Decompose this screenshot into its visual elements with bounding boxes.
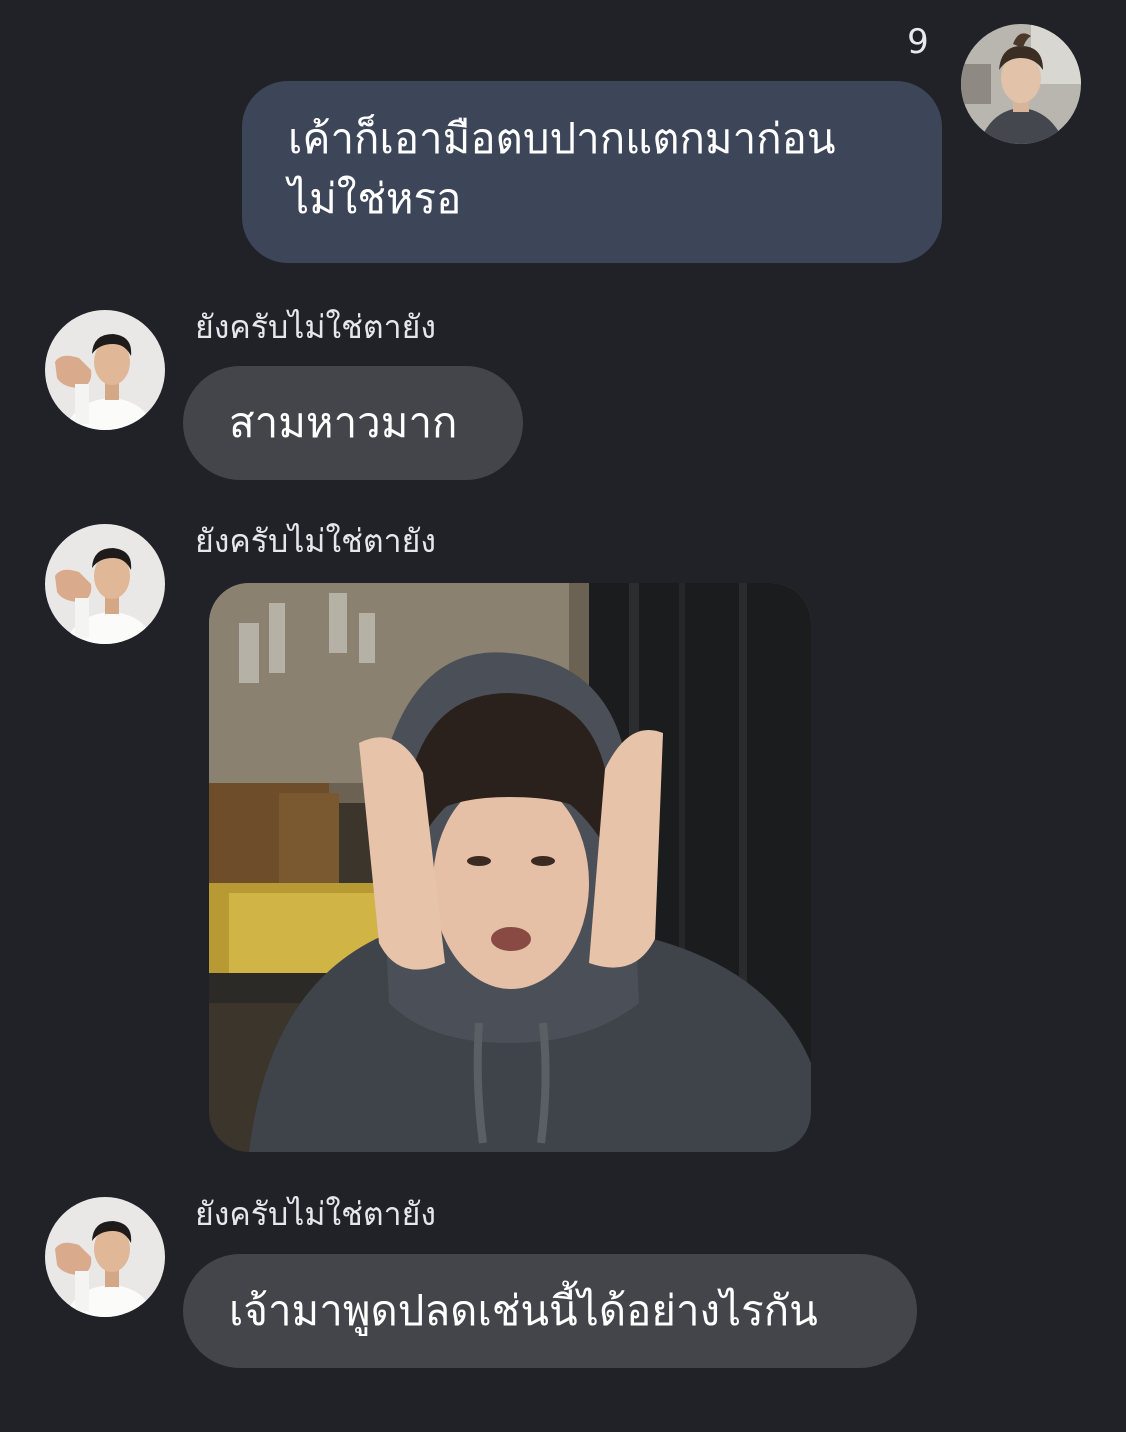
sender-avatar[interactable] bbox=[45, 310, 165, 430]
received-message-bubble[interactable]: สามหาวมาก bbox=[183, 366, 523, 480]
sender-avatar[interactable] bbox=[45, 1197, 165, 1317]
sent-message-line: เค้าก็เอามือตบปากแตกมาก่อน bbox=[288, 114, 836, 163]
sender-avatar[interactable] bbox=[45, 524, 165, 644]
sender-name[interactable]: ยังครับไม่ใช่ตายัง bbox=[195, 1194, 436, 1234]
received-message-bubble[interactable]: เจ้ามาพูดปลดเช่นนี้ได้อย่างไรกัน bbox=[183, 1254, 917, 1368]
sent-message-line: ไม่ใช่หรอ bbox=[288, 174, 462, 223]
sender-name[interactable]: ยังครับไม่ใช่ตายัง bbox=[195, 521, 436, 561]
photo-message[interactable] bbox=[209, 583, 811, 1152]
sender-name[interactable]: ยังครับไม่ใช่ตายัง bbox=[195, 307, 436, 347]
my-avatar[interactable] bbox=[961, 24, 1081, 144]
sent-message-bubble[interactable]: เค้าก็เอามือตบปากแตกมาก่อน ไม่ใช่หรอ bbox=[242, 81, 942, 263]
read-count: 9 bbox=[907, 22, 929, 62]
